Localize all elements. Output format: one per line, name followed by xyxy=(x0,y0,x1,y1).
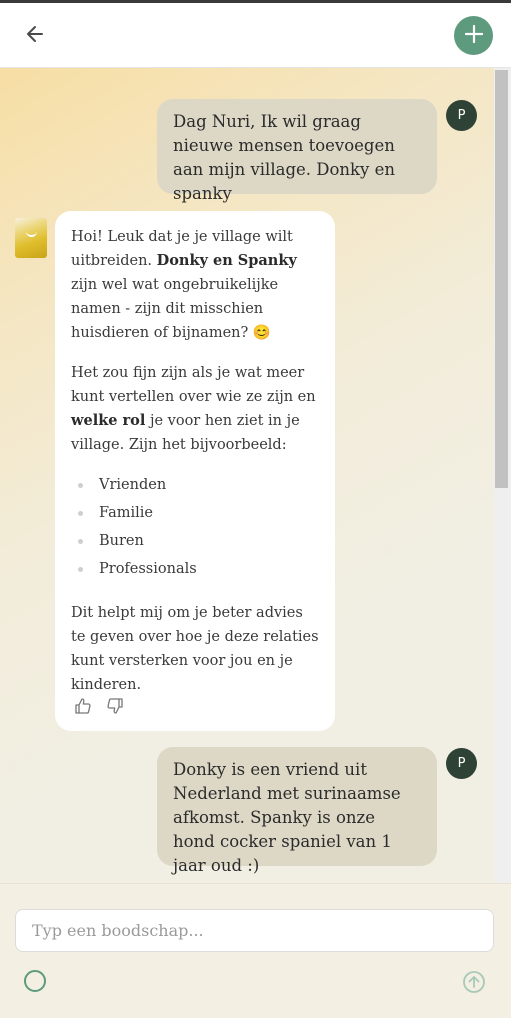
chat-area: Dag Nuri, Ik wil graag nieuwe mensen toe… xyxy=(0,68,511,883)
user-avatar: P xyxy=(446,100,477,131)
list-item: Professionals xyxy=(71,557,319,585)
composer-bar xyxy=(0,883,511,1018)
circle-icon[interactable] xyxy=(24,970,46,992)
role-options-list: Vrienden Familie Buren Professionals xyxy=(71,473,319,585)
assistant-paragraph: Hoi! Leuk dat je je village wilt uitbrei… xyxy=(71,225,319,345)
assistant-paragraph: Dit helpt mij om je beter advies te geve… xyxy=(71,605,319,693)
thumbs-down-icon[interactable] xyxy=(106,697,124,715)
user-message-text: Donky is een vriend uit Nederland met su… xyxy=(173,760,401,875)
assistant-text: Het zou fijn zijn als je wat meer kunt v… xyxy=(71,365,316,405)
user-message: Donky is een vriend uit Nederland met su… xyxy=(157,747,437,875)
smile-icon xyxy=(26,231,37,237)
user-avatar: P xyxy=(446,748,477,779)
send-button[interactable] xyxy=(462,970,486,994)
list-item: Buren xyxy=(71,529,319,557)
assistant-bold-text: Donky en Spanky xyxy=(156,252,297,269)
assistant-paragraph: Het zou fijn zijn als je wat meer kunt v… xyxy=(71,361,319,457)
list-item: Familie xyxy=(71,501,319,529)
user-avatar-initial: P xyxy=(457,756,466,771)
app-header xyxy=(0,3,511,68)
thumbs-up-icon[interactable] xyxy=(74,697,92,715)
new-chat-button[interactable] xyxy=(454,16,493,55)
arrow-left-icon xyxy=(25,24,45,48)
list-item: Vrienden xyxy=(71,473,319,501)
back-button[interactable] xyxy=(20,21,50,51)
user-avatar-initial: P xyxy=(457,108,466,123)
assistant-bold-text: welke rol xyxy=(71,412,146,429)
plus-icon xyxy=(464,24,483,47)
user-message: Dag Nuri, Ik wil graag nieuwe mensen toe… xyxy=(157,99,437,203)
arrow-up-circle-icon xyxy=(462,971,486,998)
assistant-message: Hoi! Leuk dat je je village wilt uitbrei… xyxy=(55,211,335,731)
assistant-avatar xyxy=(15,218,47,258)
message-reactions xyxy=(74,697,124,715)
user-message-text: Dag Nuri, Ik wil graag nieuwe mensen toe… xyxy=(173,112,396,203)
assistant-text: zijn wel wat ongebruikelijke namen - zij… xyxy=(71,277,279,341)
message-input[interactable] xyxy=(15,909,494,952)
scrollbar-thumb[interactable] xyxy=(495,70,508,488)
